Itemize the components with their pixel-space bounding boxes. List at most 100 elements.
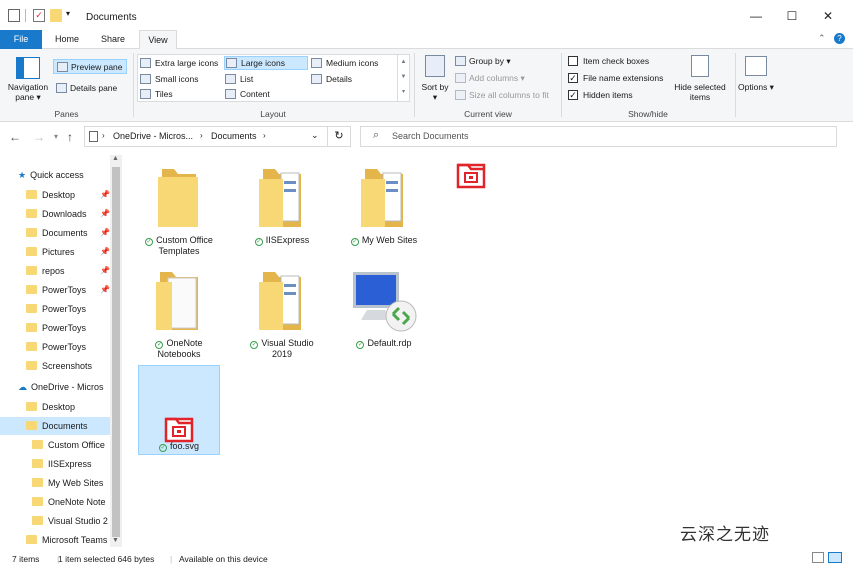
preview-pane-button[interactable]: Preview pane — [53, 59, 127, 74]
options-button[interactable]: Options ▾ — [738, 82, 774, 92]
layout-tiles[interactable]: Tiles — [139, 88, 223, 102]
back-button[interactable]: ← — [9, 130, 21, 144]
layout-list[interactable]: List — [224, 72, 308, 86]
nav-item[interactable]: Documents 📌 — [26, 224, 110, 242]
details-pane-label: Details pane — [70, 83, 118, 93]
new-folder-icon[interactable] — [50, 9, 62, 22]
ribbon-divider — [414, 53, 415, 117]
nav-item[interactable]: PowerToys — [26, 319, 110, 337]
nav-item[interactable]: PowerToys — [26, 300, 110, 318]
nav-scrollbar[interactable]: ▲ ▼ — [110, 155, 122, 547]
tab-share[interactable]: Share — [93, 30, 133, 49]
breadcrumb-onedrive[interactable]: OneDrive - Micros... — [113, 131, 193, 141]
file-name: OneNote Notebooks — [157, 338, 203, 359]
folder-icon — [26, 247, 37, 256]
file-item[interactable]: ✓ OneNote Notebooks — [138, 268, 220, 363]
onedrive-nav-item[interactable]: Microsoft Teams — [26, 531, 110, 547]
maximize-button[interactable]: ☐ — [780, 8, 804, 24]
pin-icon[interactable]: 📌 — [100, 243, 110, 261]
large-icons-view-icon[interactable] — [828, 552, 842, 563]
checkmark-icon[interactable]: ✓ — [33, 9, 45, 22]
tab-view[interactable]: View — [139, 30, 177, 50]
onedrive-nav-item[interactable]: Documents — [0, 417, 110, 435]
nav-item[interactable]: PowerToys 📌 — [26, 281, 110, 299]
nav-item[interactable]: Downloads 📌 — [26, 205, 110, 223]
item-check-boxes-checkbox[interactable] — [568, 56, 578, 66]
tab-file[interactable]: File — [0, 30, 42, 49]
recent-locations-icon[interactable]: ▾ — [54, 132, 58, 141]
nav-item-label: Visual Studio 2 — [48, 516, 108, 526]
hide-selected-items-button[interactable]: Hide selected items — [670, 82, 730, 102]
navigation-pane-button[interactable]: Navigation pane ▾ — [6, 82, 50, 102]
onedrive-nav-item[interactable]: My Web Sites — [32, 474, 110, 492]
collapse-ribbon-icon[interactable]: ⌃ — [818, 33, 826, 44]
file-item[interactable]: ✓ IISExpress — [241, 165, 323, 260]
file-item[interactable]: ✓ Visual Studio 2019 — [241, 268, 323, 363]
content-label: Content — [240, 89, 270, 99]
sort-by-button[interactable]: Sort by ▾ — [420, 82, 450, 102]
nav-item[interactable]: Pictures 📌 — [26, 243, 110, 261]
onedrive-nav-item[interactable]: Desktop — [26, 398, 110, 416]
nav-item[interactable]: Desktop 📌 — [26, 186, 110, 204]
help-icon[interactable]: ? — [834, 33, 845, 44]
tab-home[interactable]: Home — [47, 30, 87, 49]
refresh-button[interactable]: ↻ — [327, 126, 351, 147]
nav-quick-access[interactable]: ★ Quick access — [18, 166, 108, 184]
hidden-items-checkbox[interactable]: ✓ — [568, 90, 578, 100]
tiles-icon — [140, 89, 151, 99]
folder-icon — [32, 478, 43, 487]
layout-large-icons[interactable]: Large icons — [224, 56, 308, 70]
scroll-down-icon[interactable]: ▼ — [112, 537, 119, 544]
onedrive-nav-item[interactable]: Visual Studio 2 — [32, 512, 110, 530]
scroll-up-icon[interactable]: ▲ — [112, 155, 119, 162]
onedrive-nav-item[interactable]: OneNote Note — [32, 493, 110, 511]
minimize-button[interactable]: — — [744, 8, 768, 24]
nav-item-label: Pictures — [42, 247, 75, 257]
forward-button[interactable]: → — [33, 130, 45, 144]
layout-scroll[interactable]: ▲ ▼ ▾ — [397, 55, 409, 101]
ribbon-divider — [735, 53, 736, 117]
properties-icon[interactable] — [8, 9, 20, 22]
close-button[interactable]: ✕ — [816, 8, 840, 24]
details-view-icon[interactable] — [812, 552, 824, 563]
layout-content[interactable]: Content — [224, 88, 308, 102]
pin-icon[interactable]: 📌 — [100, 224, 110, 242]
nav-item[interactable]: Screenshots — [26, 357, 110, 375]
details-pane-button[interactable]: Details pane — [53, 81, 127, 96]
address-dropdown-icon[interactable]: ⌄ — [311, 130, 319, 141]
file-name-extensions-checkbox[interactable]: ✓ — [568, 73, 578, 83]
layout-extra-large-icons[interactable]: Extra large icons — [139, 56, 223, 70]
nav-onedrive[interactable]: ☁ OneDrive - Micros — [18, 378, 110, 396]
file-item[interactable]: ✓ Default.rdp — [343, 268, 425, 363]
up-button[interactable]: ↑ — [67, 130, 73, 144]
ribbon: Navigation pane ▾ Preview pane Details p… — [0, 49, 853, 122]
search-input[interactable]: ⌕ Search Documents — [360, 126, 837, 147]
breadcrumb-documents[interactable]: Documents — [211, 131, 257, 141]
file-item[interactable]: ✓ foo.svg — [138, 365, 220, 455]
nav-item[interactable]: repos 📌 — [26, 262, 110, 280]
star-icon: ★ — [18, 170, 27, 180]
layout-details[interactable]: Details — [310, 72, 396, 86]
layout-small-icons[interactable]: Small icons — [139, 72, 223, 86]
pin-icon[interactable]: 📌 — [100, 281, 110, 299]
onedrive-nav-item[interactable]: Custom Office — [32, 436, 110, 454]
nav-item[interactable]: PowerToys — [26, 338, 110, 356]
nav-scrollbar-thumb[interactable] — [112, 167, 120, 537]
address-bar[interactable]: › OneDrive - Micros... › Documents › ⌄ — [84, 126, 328, 147]
qat-dropdown-icon[interactable]: ▾ — [66, 9, 78, 22]
folder-icon — [26, 228, 37, 237]
pin-icon[interactable]: 📌 — [100, 186, 110, 204]
sync-check-icon: ✓ — [250, 341, 259, 349]
navigation-pane-icon — [16, 57, 40, 79]
search-placeholder: Search Documents — [392, 131, 469, 141]
size-all-columns-button[interactable]: Size all columns to fit — [469, 90, 549, 100]
file-item[interactable]: ✓ Custom Office Templates — [138, 165, 220, 260]
group-by-button[interactable]: Group by ▾ — [469, 56, 511, 67]
pin-icon[interactable]: 📌 — [100, 205, 110, 223]
add-columns-button[interactable]: Add columns ▾ — [469, 73, 525, 84]
pin-icon[interactable]: 📌 — [100, 262, 110, 280]
onedrive-nav-item[interactable]: IISExpress — [32, 455, 110, 473]
details-label: Details — [326, 74, 352, 84]
file-item[interactable]: ✓ My Web Sites — [343, 165, 425, 260]
layout-medium-icons[interactable]: Medium icons — [310, 56, 396, 70]
